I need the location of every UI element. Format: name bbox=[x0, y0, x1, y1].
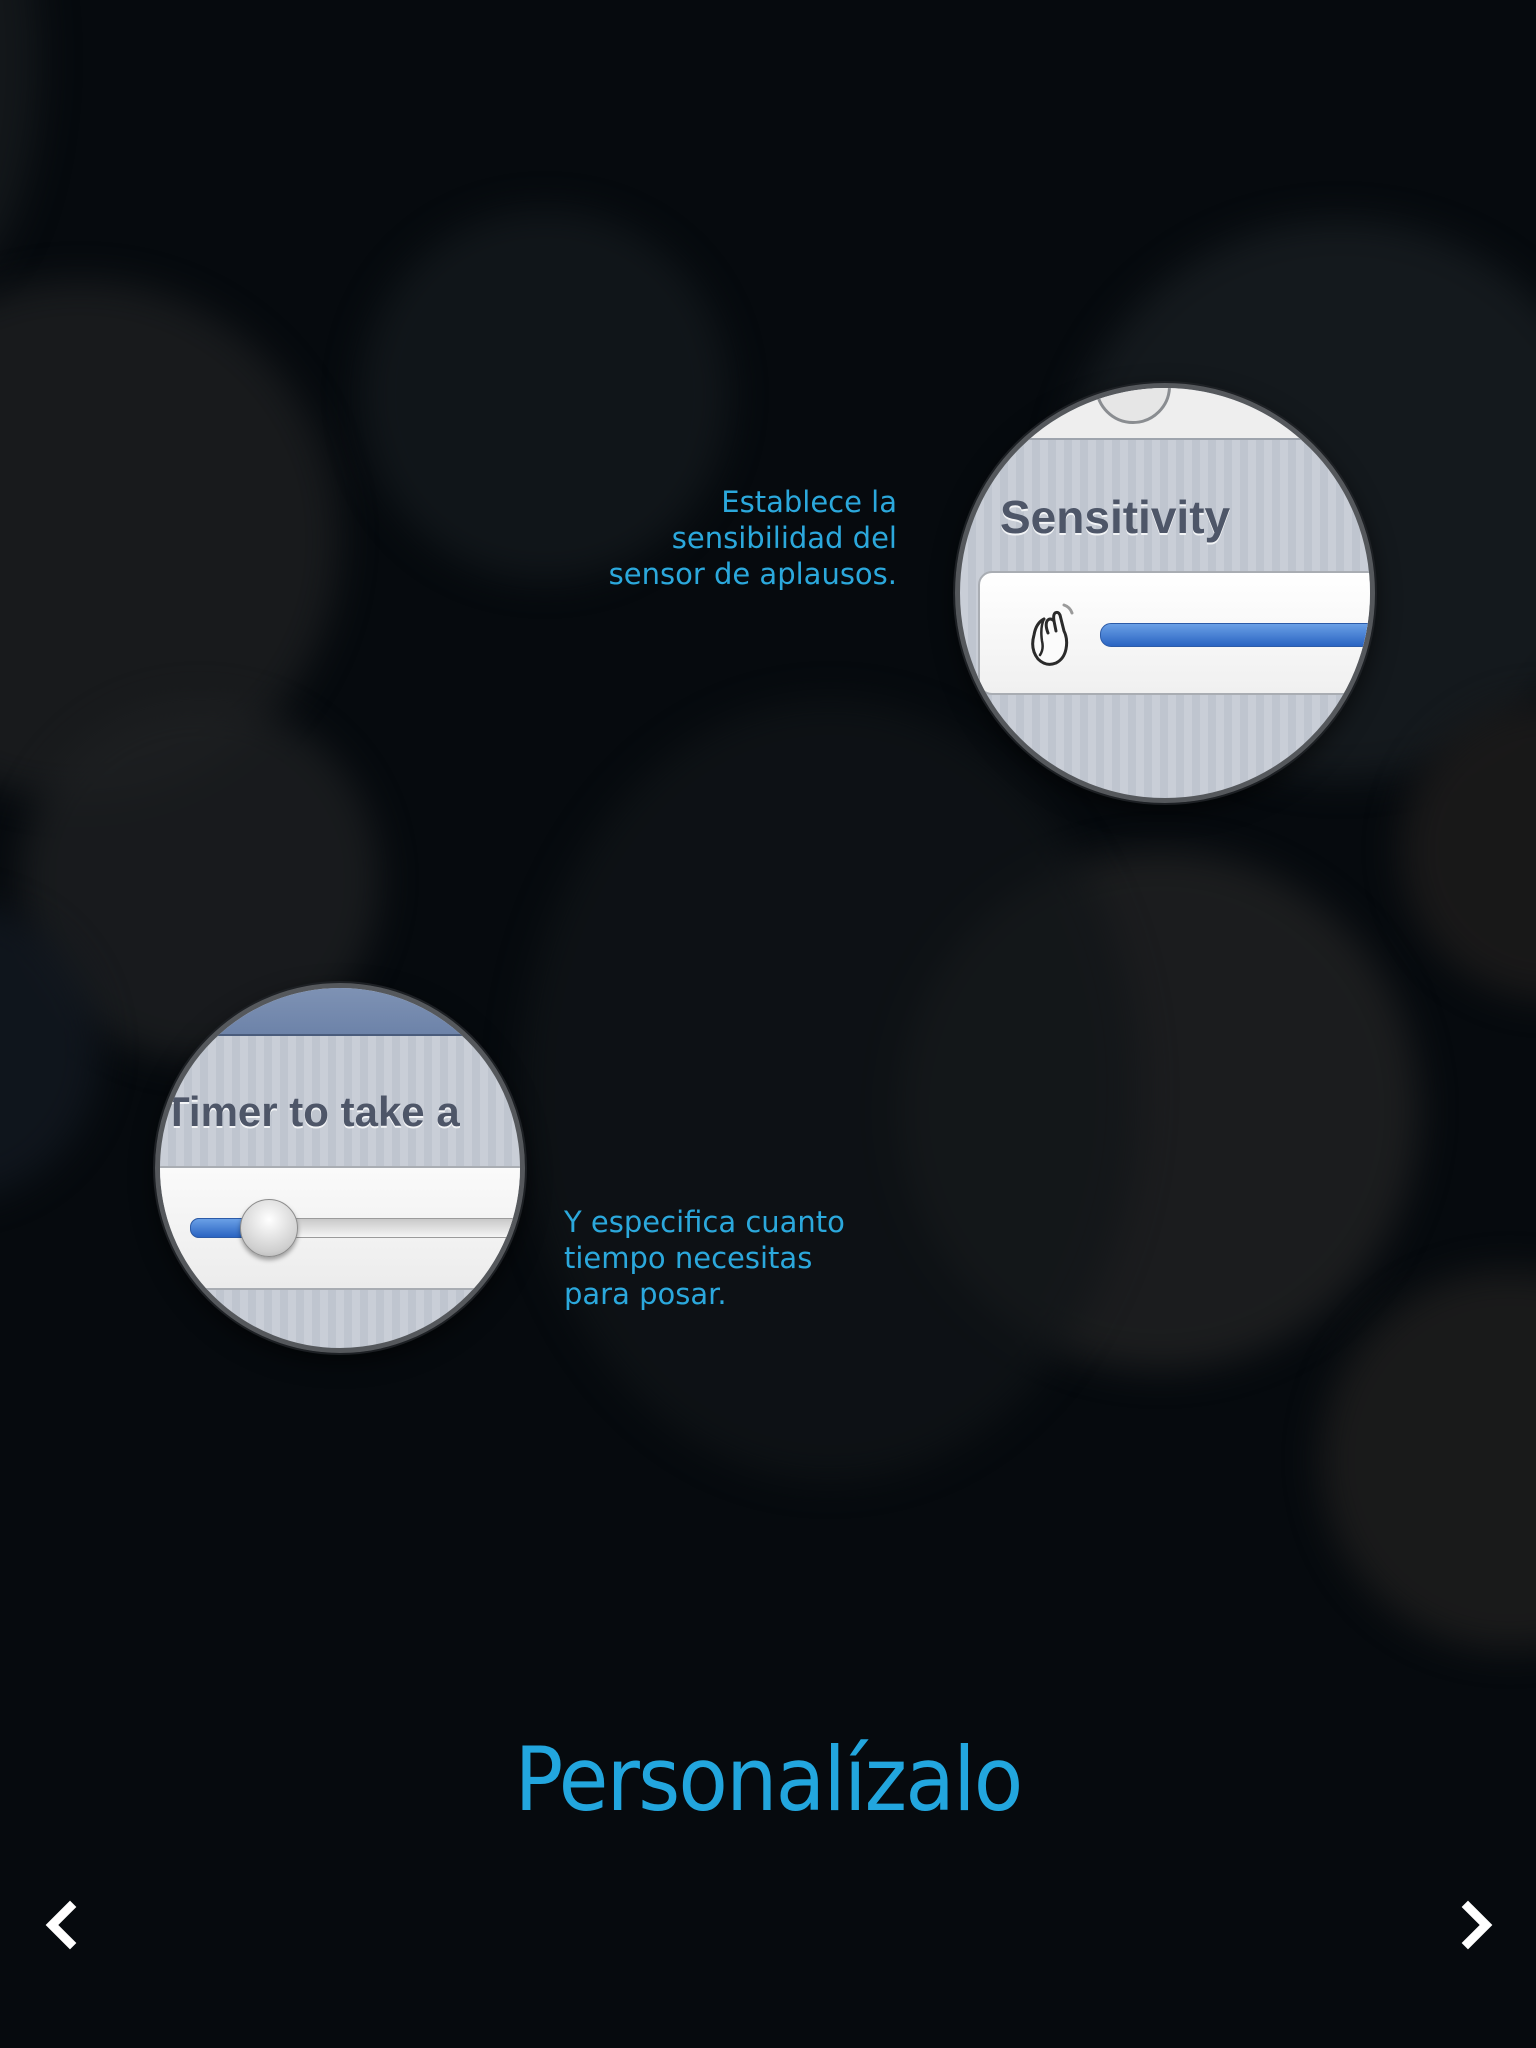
previous-page-button[interactable] bbox=[32, 1895, 92, 1955]
timer-cell bbox=[160, 1166, 520, 1290]
sensitivity-slider[interactable] bbox=[1100, 623, 1370, 647]
chevron-right-icon bbox=[1461, 1900, 1493, 1950]
sensitivity-cell bbox=[978, 571, 1370, 695]
timer-heading: Timer to take a bbox=[164, 1088, 460, 1135]
clap-hands-icon bbox=[1031, 603, 1074, 666]
timer-caption: Y especifica cuanto tiempo necesitas par… bbox=[564, 1204, 845, 1312]
chevron-left-icon bbox=[45, 1900, 77, 1950]
timer-magnifier: Timer to take a bbox=[155, 983, 525, 1353]
lens-top-bar bbox=[160, 988, 520, 1036]
timer-caption-line: para posar. bbox=[564, 1277, 727, 1311]
sensitivity-magnifier: Sensitivity bbox=[955, 383, 1375, 803]
timer-slider-thumb[interactable] bbox=[240, 1199, 298, 1257]
sensitivity-caption-line: sensibilidad del bbox=[671, 521, 897, 555]
sensitivity-caption: Establece la sensibilidad del sensor de … bbox=[560, 484, 897, 592]
sensitivity-caption-line: Establece la bbox=[721, 485, 897, 519]
page-title: Personalízalo bbox=[514, 1728, 1024, 1831]
timer-caption-line: Y especifica cuanto bbox=[564, 1205, 845, 1239]
sensitivity-heading: Sensitivity bbox=[1000, 491, 1231, 543]
next-page-button[interactable] bbox=[1446, 1895, 1506, 1955]
timer-caption-line: tiempo necesitas bbox=[564, 1241, 813, 1275]
sensitivity-caption-line: sensor de aplausos. bbox=[608, 557, 897, 591]
